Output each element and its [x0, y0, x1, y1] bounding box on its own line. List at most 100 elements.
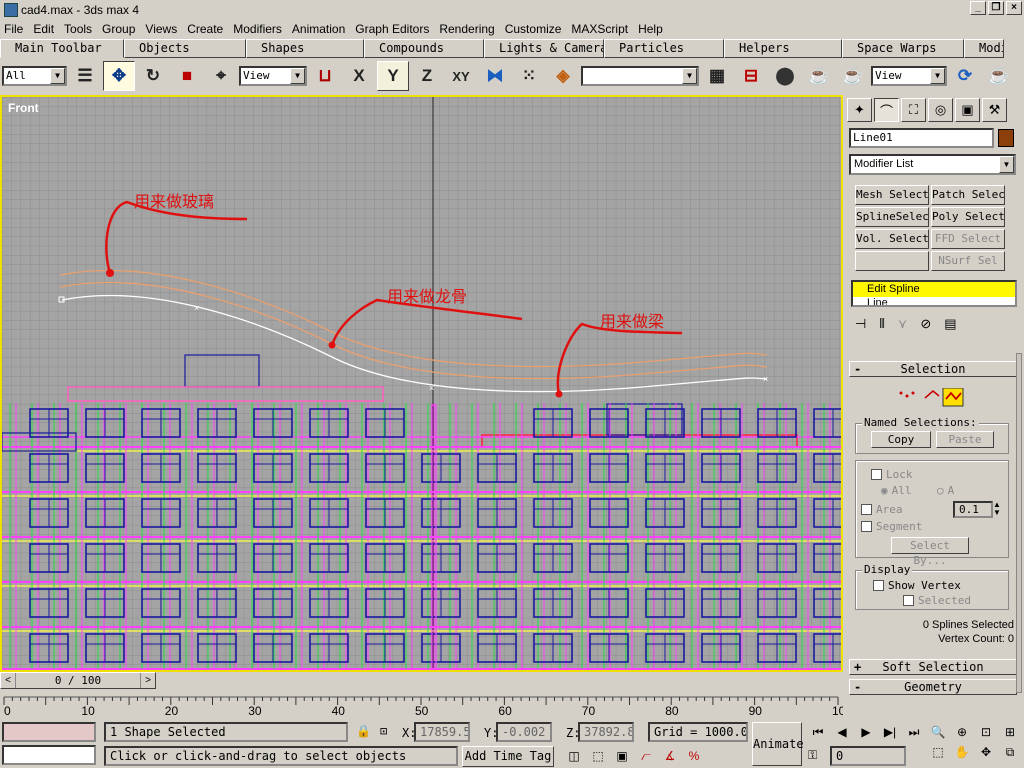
align-icon[interactable]: ◈	[547, 61, 579, 91]
previous-frame-icon[interactable]: ◀	[830, 722, 854, 742]
select-scale-icon[interactable]: ■	[171, 61, 203, 91]
selected-only-checkbox[interactable]: Selected	[903, 594, 971, 607]
front-viewport[interactable]: × × × 用来做玻璃 用来做龙骨 用来做梁 Front	[0, 95, 843, 672]
tab-modifiers[interactable]: Modi	[964, 39, 1004, 58]
named-selection-dropdown[interactable]: ▼	[581, 66, 699, 86]
display-tab-icon[interactable]: ▣	[955, 98, 980, 122]
create-tab-icon[interactable]: ✦	[847, 98, 872, 122]
lock-handles-checkbox[interactable]: Lock	[871, 468, 913, 481]
arc-rotate-icon[interactable]: ✥	[974, 742, 998, 762]
vertex-level-icon[interactable]	[899, 391, 915, 398]
maximize-viewport-icon[interactable]: ⧉	[998, 742, 1022, 762]
mirror-icon[interactable]: ⧓	[479, 61, 511, 91]
menu-file[interactable]: File	[4, 22, 23, 36]
region-zoom-icon[interactable]: ⬚	[926, 742, 950, 762]
selection-lock-icon[interactable]: 🔒	[356, 724, 371, 738]
modifier-stack[interactable]: Edit Spline Line	[851, 280, 1017, 307]
soft-selection-rollout-title[interactable]: + Soft Selection	[849, 659, 1017, 675]
time-slider-left-arrow-icon[interactable]: <	[1, 673, 15, 688]
show-end-result-icon[interactable]: ⫴	[879, 316, 884, 332]
menu-views[interactable]: Views	[145, 22, 177, 36]
select-manipulate-icon[interactable]: ⌖	[205, 61, 237, 91]
empty-modifier-button[interactable]	[855, 251, 929, 271]
active-shade-icon[interactable]: ☕	[983, 61, 1015, 91]
listener-pink-field[interactable]	[2, 722, 96, 742]
y-coordinate-field[interactable]: -0.002	[496, 722, 552, 742]
tab-compounds[interactable]: Compounds	[364, 39, 484, 58]
utilities-tab-icon[interactable]: ⚒	[982, 98, 1007, 122]
add-time-tag-button[interactable]: Add Time Tag	[462, 746, 554, 767]
object-color-swatch[interactable]	[998, 129, 1014, 147]
quick-render-icon[interactable]: ☕	[837, 61, 869, 91]
geometry-rollout-title[interactable]: - Geometry	[849, 679, 1017, 695]
remove-modifier-icon[interactable]: ⊘	[920, 316, 931, 332]
restrict-x-button[interactable]: X	[343, 61, 375, 91]
viewport-canvas[interactable]: × × × 用来做玻璃 用来做龙骨 用来做梁	[2, 97, 841, 670]
make-unique-icon[interactable]: ⋎	[898, 316, 908, 332]
menu-modifiers[interactable]: Modifiers	[233, 22, 282, 36]
minimize-button[interactable]: _	[970, 1, 986, 15]
motion-tab-icon[interactable]: ◎	[928, 98, 953, 122]
curve-editor-icon[interactable]: ⊟	[735, 61, 767, 91]
menu-maxscript[interactable]: MAXScript	[571, 22, 628, 36]
select-by-name-icon[interactable]: ☰	[69, 61, 101, 91]
render-scene-icon[interactable]: ☕	[803, 61, 835, 91]
animate-button[interactable]: Animate	[752, 722, 804, 766]
segment-end-checkbox[interactable]: Segment	[861, 520, 922, 533]
menu-tools[interactable]: Tools	[64, 22, 92, 36]
poly-select-button[interactable]: Poly Select	[931, 207, 1005, 227]
spline-select-button[interactable]: SplineSelect	[855, 207, 929, 227]
menu-animation[interactable]: Animation	[292, 22, 345, 36]
selection-filter-dropdown[interactable]: All ▼	[2, 66, 67, 86]
nsurf-sel-button[interactable]: NSurf Sel	[931, 251, 1005, 271]
pin-stack-icon[interactable]: ⊣	[855, 316, 866, 332]
crossing-selection-icon[interactable]: ⬚	[586, 746, 610, 766]
paste-button[interactable]: Paste	[936, 431, 994, 448]
next-frame-icon[interactable]: ▶|	[878, 722, 902, 742]
restrict-plane-button[interactable]: XY	[445, 61, 477, 91]
stack-item-line[interactable]: Line	[853, 297, 1015, 305]
pivot-point-icon[interactable]: ⊔	[309, 61, 341, 91]
track-bar[interactable]: 0 10 20 30 40 50 60 70 80 90 100	[0, 693, 843, 717]
reference-coordinate-dropdown[interactable]: View ▼	[239, 66, 307, 86]
x-coordinate-field[interactable]: 17859.59	[414, 722, 470, 742]
stack-item-edit-spline[interactable]: Edit Spline	[853, 282, 1015, 297]
render-last-icon[interactable]: ⟳	[949, 61, 981, 91]
select-move-icon[interactable]: ✥	[103, 61, 135, 91]
patch-select-button[interactable]: Patch Select	[931, 185, 1005, 205]
restore-button[interactable]: ❐	[988, 1, 1004, 15]
go-to-end-icon[interactable]: ⏭	[902, 722, 926, 742]
mesh-select-button[interactable]: Mesh Select	[855, 185, 929, 205]
area-value-field[interactable]: 0.1	[953, 501, 993, 518]
tab-main-toolbar[interactable]: Main Toolbar	[0, 39, 124, 58]
select-rotate-icon[interactable]: ↻	[137, 61, 169, 91]
tab-shapes[interactable]: Shapes	[246, 39, 364, 58]
restrict-z-button[interactable]: Z	[411, 61, 443, 91]
absolute-mode-icon[interactable]: ⊡	[380, 724, 387, 738]
menu-customize[interactable]: Customize	[505, 22, 562, 36]
current-frame-field[interactable]: 0	[830, 746, 906, 766]
modifier-list-dropdown[interactable]: Modifier List ▼	[849, 154, 1016, 175]
time-slider[interactable]: < 0 / 100 >	[0, 672, 156, 689]
key-mode-icon[interactable]: ⚿	[808, 748, 817, 763]
alike-radio[interactable]: ◉ All	[881, 484, 912, 497]
material-editor-icon[interactable]: ⬤	[769, 61, 801, 91]
tab-lights-cameras[interactable]: Lights & Cameras	[484, 39, 604, 58]
z-coordinate-field[interactable]: 37892.85	[578, 722, 634, 742]
array-icon[interactable]: ⁙	[513, 61, 545, 91]
angle-snap-icon[interactable]: ∡	[658, 746, 682, 766]
modify-tab-icon[interactable]: ⌒	[874, 98, 899, 122]
zoom-icon[interactable]: 🔍	[926, 722, 950, 742]
tab-space-warps[interactable]: Space Warps	[842, 39, 964, 58]
pan-icon[interactable]: ✋	[950, 742, 974, 762]
selection-rollout-title[interactable]: - Selection	[849, 361, 1017, 377]
hierarchy-tab-icon[interactable]: ⛶	[901, 98, 926, 122]
tab-helpers[interactable]: Helpers	[724, 39, 842, 58]
tab-objects[interactable]: Objects	[124, 39, 246, 58]
vol-select-button[interactable]: Vol. Select	[855, 229, 929, 249]
menu-edit[interactable]: Edit	[33, 22, 54, 36]
percent-snap-icon[interactable]: %	[682, 746, 706, 766]
copy-button[interactable]: Copy	[871, 431, 931, 448]
segment-level-icon[interactable]	[924, 390, 940, 399]
zoom-all-icon[interactable]: ⊕	[950, 722, 974, 742]
